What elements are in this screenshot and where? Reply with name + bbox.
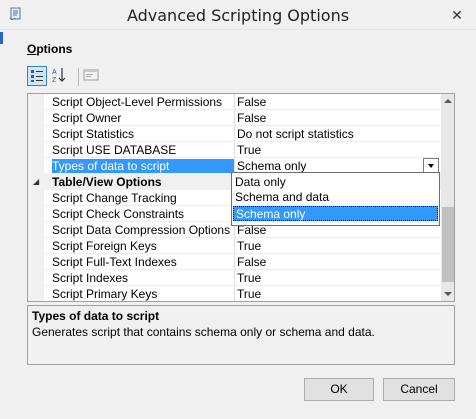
close-icon[interactable]: ✕: [446, 6, 468, 24]
ok-button[interactable]: OK: [304, 378, 374, 401]
title-bar: Advanced Scripting Options ✕: [0, 0, 476, 30]
property-name: Script USE DATABASE: [52, 143, 177, 157]
options-label-rest: ptions: [36, 42, 73, 56]
toolbar-separator: [78, 68, 79, 86]
dropdown-option-schema-only[interactable]: Schema only: [233, 206, 438, 221]
column-divider: [234, 270, 235, 286]
alphabetical-button[interactable]: A Z: [50, 66, 70, 86]
row-gutter: [28, 238, 44, 254]
property-row-script-full-text-indexes[interactable]: Script Full-Text Indexes False: [28, 254, 441, 270]
categorized-icon: [31, 70, 43, 82]
property-value[interactable]: Do not script statistics: [237, 127, 437, 142]
vertical-scrollbar[interactable]: [441, 94, 454, 301]
property-name: Script Owner: [52, 111, 122, 125]
collapse-icon[interactable]: ◢: [33, 177, 39, 186]
alphabetical-icon: A Z: [52, 68, 66, 84]
property-name: Table/View Options: [52, 175, 162, 189]
scroll-thumb[interactable]: [442, 207, 454, 282]
property-name: Script Statistics: [52, 127, 135, 141]
property-row-script-primary-keys[interactable]: Script Primary Keys True: [28, 286, 441, 302]
focus-accent: [0, 32, 3, 44]
window-title: Advanced Scripting Options: [126, 6, 350, 25]
options-mnemonic: O: [27, 42, 37, 56]
row-gutter: [28, 270, 44, 286]
property-row-script-indexes[interactable]: Script Indexes True: [28, 270, 441, 286]
column-divider: [234, 254, 235, 270]
property-name: Script Foreign Keys: [52, 239, 157, 253]
row-gutter: [28, 206, 44, 222]
row-gutter: [28, 110, 44, 126]
property-pages-button[interactable]: [82, 66, 102, 86]
property-row-script-foreign-keys[interactable]: Script Foreign Keys True: [28, 238, 441, 254]
property-name: Types of data to script: [52, 159, 234, 174]
column-divider: [234, 94, 235, 110]
row-gutter: [28, 286, 44, 301]
property-value[interactable]: True: [237, 287, 437, 301]
types-of-data-dropdown-list[interactable]: Data only Schema and data Schema only: [231, 172, 440, 226]
column-divider: [234, 110, 235, 126]
property-name: Script Change Tracking: [52, 191, 177, 205]
property-pages-icon: [83, 69, 99, 81]
property-value[interactable]: True: [237, 271, 437, 286]
row-gutter: [28, 142, 44, 158]
property-row-script-use-database[interactable]: Script USE DATABASE True: [28, 142, 441, 158]
svg-text:A: A: [52, 69, 57, 76]
scroll-up-arrow-icon[interactable]: [441, 94, 454, 108]
dropdown-option-schema-and-data[interactable]: Schema and data: [233, 190, 438, 205]
dropdown-option-data-only[interactable]: Data only: [233, 175, 438, 190]
description-text: Generates script that contains schema on…: [32, 325, 375, 339]
row-gutter: [28, 254, 44, 270]
row-gutter: [28, 190, 44, 206]
column-divider: [234, 286, 235, 301]
property-value[interactable]: False: [237, 95, 437, 110]
description-panel: Types of data to script Generates script…: [27, 305, 455, 365]
property-name: Script Indexes: [52, 271, 129, 285]
property-row-script-object-level-permissions[interactable]: Script Object-Level Permissions False: [28, 94, 441, 110]
row-gutter: [28, 94, 44, 110]
property-row-script-owner[interactable]: Script Owner False: [28, 110, 441, 126]
description-title: Types of data to script: [32, 309, 160, 323]
column-divider: [234, 238, 235, 254]
property-name: Script Data Compression Options: [52, 223, 231, 237]
column-divider: [234, 142, 235, 158]
property-value[interactable]: False: [237, 111, 437, 126]
cancel-button[interactable]: Cancel: [383, 378, 455, 401]
property-name: Script Full-Text Indexes: [52, 255, 177, 269]
property-grid-toolbar: A Z: [27, 66, 107, 88]
property-value[interactable]: False: [237, 255, 437, 270]
column-divider: [234, 126, 235, 142]
row-divider: [44, 301, 441, 302]
row-gutter: [28, 222, 44, 238]
property-row-script-statistics[interactable]: Script Statistics Do not script statistic…: [28, 126, 441, 142]
property-name: Script Check Constraints: [52, 207, 185, 221]
options-label: Options: [27, 42, 72, 56]
property-value[interactable]: True: [237, 239, 437, 254]
scroll-down-arrow-icon[interactable]: [441, 287, 454, 301]
categorized-button[interactable]: [27, 66, 47, 86]
property-value[interactable]: True: [237, 143, 437, 158]
row-gutter: [28, 126, 44, 142]
svg-text:Z: Z: [52, 77, 57, 84]
row-gutter: [28, 158, 44, 174]
property-name: Script Object-Level Permissions: [52, 95, 223, 109]
property-name: Script Primary Keys: [52, 287, 158, 301]
